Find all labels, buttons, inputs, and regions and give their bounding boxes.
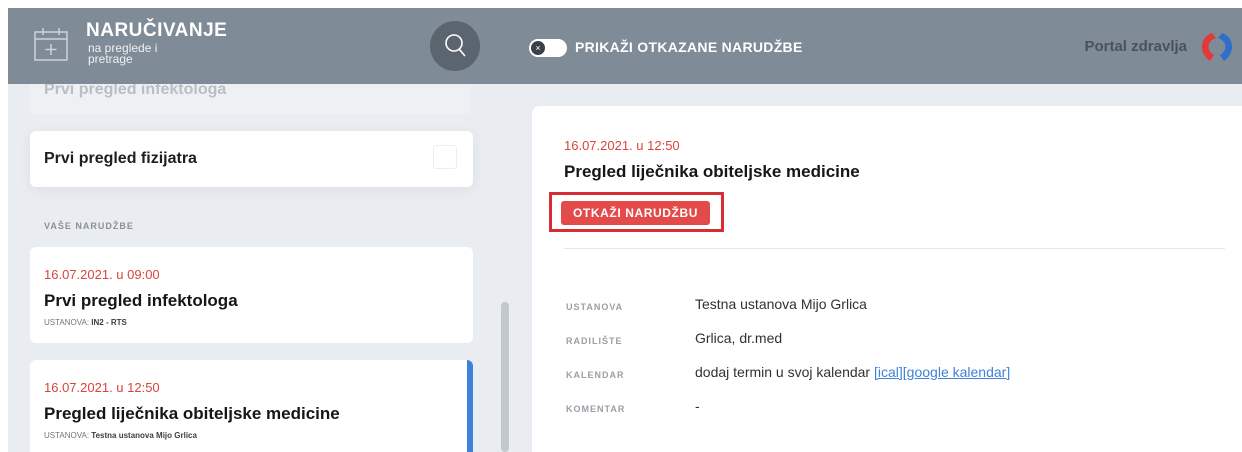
appointment-meta-value: Testna ustanova Mijo Grlica [91,431,197,440]
app-subtitle-line2: pretrage [88,52,133,66]
detail-row-value: Grlica, dr.med [695,330,783,346]
detail-date: 16.07.2021. u 12:50 [564,138,680,153]
active-indicator [467,360,473,452]
detail-row-calendar: dodaj termin u svoj kalendar [ical][goog… [695,364,1010,380]
search-button[interactable] [430,21,480,71]
top-strip [0,0,1242,8]
appointments-sidebar: Prvi pregled infektologa Prvi pregled fi… [8,84,512,452]
show-cancelled-toggle[interactable]: × [529,39,567,57]
appointment-card[interactable]: 16.07.2021. u 09:00 Prvi pregled infekto… [30,247,473,343]
app-subtitle: na preglede i pretrage [88,42,188,66]
appointment-detail-card: 16.07.2021. u 12:50 Pregled liječnika ob… [532,106,1242,452]
app-header: NARUČIVANJE na preglede i pretrage × PRI… [8,8,1242,84]
detail-row-label: USTANOVA [566,302,624,312]
appointment-date: 16.07.2021. u 12:50 [44,380,160,395]
cancel-highlight-box: OTKAŽI NARUDŽBU [549,192,724,232]
appointment-meta-value: IN2 - RTS [91,318,127,327]
appointment-card-active[interactable]: 16.07.2021. u 12:50 Pregled liječnika ob… [30,360,473,452]
toggle-x-icon: × [531,41,545,55]
divider [564,248,1225,249]
detail-title: Pregled liječnika obiteljske medicine [564,162,860,181]
cancel-order-button[interactable]: OTKAŽI NARUDŽBU [561,201,710,225]
portal-logo-icon[interactable] [1192,27,1242,67]
detail-row-value: - [695,398,700,414]
detail-row-label: KALENDAR [566,370,625,380]
calendar-text: dodaj termin u svoj kalendar [695,364,874,380]
appointment-meta: USTANOVA: Testna ustanova Mijo Grlica [44,431,197,440]
section-label-orders: VAŠE NARUDŽBE [44,221,134,231]
app-title: NARUČIVANJE [86,20,228,41]
google-calendar-link[interactable]: [google kalendar] [903,364,1010,380]
appointment-meta-label: USTANOVA: [44,318,90,327]
card-ghost-icon [433,145,457,169]
detail-panel: 16.07.2021. u 12:50 Pregled liječnika ob… [512,84,1242,452]
ical-link[interactable]: [ical] [874,364,903,380]
detail-row-label: RADILIŠTE [566,336,623,346]
service-card-fizijatra[interactable]: Prvi pregled fizijatra [30,131,473,187]
appointment-date: 16.07.2021. u 09:00 [44,267,160,282]
appointment-meta-label: USTANOVA: [44,431,90,440]
prev-service-title: Prvi pregled infektologa [44,84,227,98]
service-card-title: Prvi pregled fizijatra [44,150,197,167]
portal-link[interactable]: Portal zdravlja [1084,38,1187,55]
search-icon [445,34,466,57]
show-cancelled-label[interactable]: PRIKAŽI OTKAZANE NARUDŽBE [575,39,803,55]
appointment-name: Pregled liječnika obiteljske medicine [44,404,340,423]
prev-service-card[interactable]: Prvi pregled infektologa [30,84,471,114]
sidebar-scrollbar-thumb[interactable] [501,302,509,452]
appointment-meta: USTANOVA: IN2 - RTS [44,318,127,327]
calendar-add-icon [34,28,68,61]
detail-row-value: Testna ustanova Mijo Grlica [695,296,867,312]
appointment-name: Prvi pregled infektologa [44,291,238,310]
detail-row-label: KOMENTAR [566,404,626,414]
